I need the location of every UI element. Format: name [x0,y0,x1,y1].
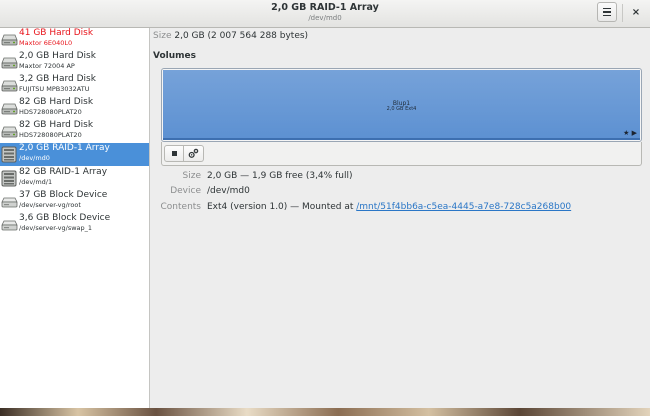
device-sidebar: 41 GB Hard Disk Maxtor 6E040L0 2,0 GB Hard… [0,28,150,408]
drive-size-value: 2,0 GB (2 007 564 288 bytes) [174,31,309,41]
sidebar-device-subtitle: Maxtor 72004 AP [19,62,75,70]
hard-disk-icon [1,34,18,46]
close-icon: × [631,7,641,18]
contents-text: Ext4 (version 1.0) — Mounted at [207,202,357,212]
sidebar-device-name: 82 GB Hard Disk [19,97,94,107]
device-label: Device [170,186,201,196]
sidebar-device-subtitle: HDS728080PLAT20 [19,108,82,116]
mount-point-link[interactable]: /mnt/51f4bb6a-c5ea-4445-a7e8-728c5a268b0… [356,202,571,212]
block-device-icon [1,220,18,231]
sidebar-device-item[interactable]: 3,2 GB Hard Disk FUJITSU MPB3032ATU [0,74,149,97]
sidebar-device-subtitle: /dev/server-vg/swap_1 [19,224,93,232]
sidebar-device-name: 82 GB RAID-1 Array [19,167,108,177]
partition-block[interactable]: Blup1 2,0 GB Ext4 ★ ▶ [163,70,640,140]
stop-icon [171,151,177,156]
hard-disk-icon [1,57,18,69]
sidebar-device-item[interactable]: 3,6 GB Block Device/dev/server-vg/swap_1 [0,213,149,236]
hard-disk-icon [1,126,18,138]
partition-settings-button[interactable] [184,145,204,162]
header-separator [622,4,623,22]
sidebar-device-subtitle: /dev/md/1 [19,178,53,186]
sidebar-device-subtitle: /dev/md0 [19,154,50,162]
window-subtitle: /dev/md0 [308,14,342,22]
sidebar-device-item[interactable]: 82 GB RAID-1 Array/dev/md/1 [0,167,149,190]
close-button[interactable]: × [627,4,645,22]
volume-toolbar [161,142,642,166]
sidebar-device-item[interactable]: 2,0 GB Hard Disk Maxtor 72004 AP [0,51,149,74]
sidebar-device-item[interactable]: 41 GB Hard Disk Maxtor 6E040L0 [0,28,149,51]
stop-raid-button[interactable] [164,145,184,162]
raid-array-icon [1,146,17,163]
sidebar-device-subtitle: Maxtor 6E040L0 [19,39,73,47]
raid-array-icon [1,170,17,187]
hamburger-menu-icon [603,7,611,10]
hamburger-menu-icon [603,11,611,13]
sidebar-device-subtitle: /dev/server-vg/root [19,201,81,209]
sidebar-device-name: 2,0 GB RAID-1 Array [19,143,110,153]
sidebar-device-name: 3,2 GB Hard Disk [19,74,96,84]
disks-window: 2,0 GB RAID-1 Array /dev/md0 × 41 GB Har… [0,0,650,408]
sidebar-device-name: 3,6 GB Block Device [19,213,111,223]
sidebar-device-name: 37 GB Block Device [19,190,108,200]
menu-button[interactable] [597,2,617,22]
window-title: 2,0 GB RAID-1 Array [271,2,379,13]
volume-map: Blup1 2,0 GB Ext4 ★ ▶ [161,68,642,142]
device-details: Size 2,0 GB (2 007 564 288 bytes) Volume… [150,28,650,408]
hamburger-menu-icon [603,14,611,17]
block-device-icon [1,197,18,208]
drive-size-label: Size [153,31,172,41]
drive-size: Size 2,0 GB (2 007 564 288 bytes) [153,31,308,41]
desktop-wallpaper [0,408,650,416]
hard-disk-icon [1,80,18,92]
sidebar-device-item[interactable]: 2,0 GB RAID-1 Array/dev/md0 [0,143,149,166]
contents-label: Contents [160,202,201,212]
sidebar-device-name: 41 GB Hard Disk [19,28,94,38]
contents-value: Ext4 (version 1.0) — Mounted at /mnt/51f… [207,202,571,212]
sidebar-device-item[interactable]: 82 GB Hard Disk HDS728080PLAT20 [0,120,149,143]
partition-flags-icon: ★ ▶ [623,129,637,137]
sidebar-device-subtitle: FUJITSU MPB3032ATU [19,85,90,93]
sidebar-device-name: 2,0 GB Hard Disk [19,51,96,61]
sidebar-device-item[interactable]: 82 GB Hard Disk HDS728080PLAT20 [0,97,149,120]
volumes-heading: Volumes [153,51,196,61]
header-bar: 2,0 GB RAID-1 Array /dev/md0 × [0,0,650,28]
sidebar-device-name: 82 GB Hard Disk [19,120,94,130]
sidebar-device-subtitle: HDS728080PLAT20 [19,131,82,139]
size-label: Size [182,171,201,181]
hard-disk-icon [1,103,18,115]
size-value: 2,0 GB — 1,9 GB free (3,4% full) [207,171,353,181]
gears-icon [188,148,199,158]
sidebar-device-item[interactable]: 37 GB Block Device/dev/server-vg/root [0,190,149,213]
partition-info: 2,0 GB Ext4 [386,106,417,112]
device-value: /dev/md0 [207,186,250,196]
